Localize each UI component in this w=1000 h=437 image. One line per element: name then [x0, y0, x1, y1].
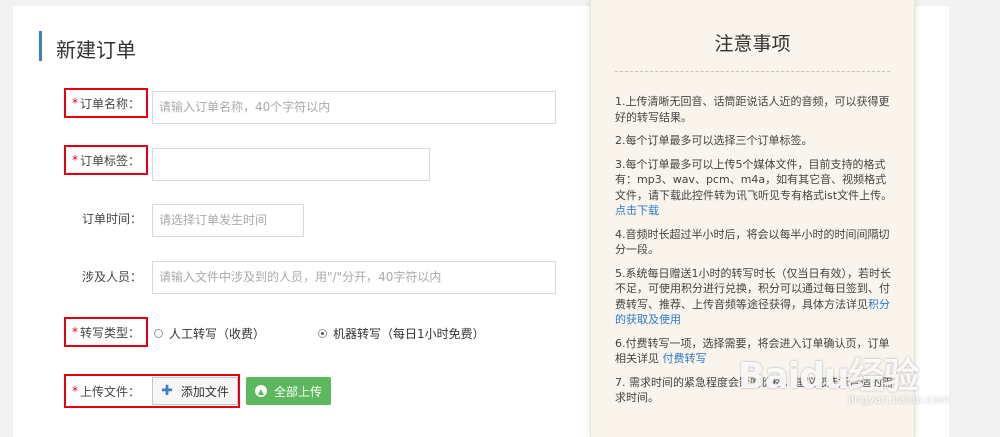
- required-mark: *: [71, 325, 78, 339]
- add-file-label: 添加文件: [180, 384, 229, 399]
- people-label: 涉及人员：: [81, 269, 142, 284]
- add-file-button[interactable]: ✚ 添加文件: [152, 377, 238, 405]
- upload-all-button[interactable]: ▲ 全部上传: [246, 377, 331, 405]
- note-item: 1.上传清晰无回音、话筒距说话人近的音频，可以获得更好的转写结果。: [615, 95, 890, 124]
- paid-transcribe-link[interactable]: 付费转写: [663, 352, 707, 365]
- order-time-label: 订单时间：: [81, 211, 142, 226]
- watermark-logo: Baidu经验: [738, 356, 919, 397]
- radio-manual[interactable]: 人工转写（收费）: [154, 325, 265, 342]
- title-accent-bar: [39, 31, 42, 61]
- order-tag-label: * 订单标签：: [64, 145, 148, 175]
- radio-machine-label: 机器转写（每日1小时免费）: [333, 327, 485, 341]
- required-mark: *: [71, 153, 78, 167]
- note-item: 5.系统每日赠送1小时的转写时长（仅当日有效），若时长不足，可使用积分进行兑换，…: [615, 266, 891, 327]
- radio-selected-icon[interactable]: [318, 329, 327, 338]
- required-mark: *: [71, 96, 78, 110]
- people-input[interactable]: 请输入文件中涉及到的人员，用"/"分开，40字符以内: [152, 261, 556, 294]
- transcribe-type-label: * 转写类型：: [64, 317, 148, 347]
- notes-divider: [615, 71, 890, 72]
- page-title: 新建订单: [56, 38, 136, 62]
- order-name-label: * 订单名称：: [64, 88, 148, 118]
- required-mark: *: [72, 384, 78, 398]
- upload-all-label: 全部上传: [273, 384, 322, 399]
- download-link[interactable]: 点击下载: [615, 204, 659, 217]
- upload-arrow-icon: ▲: [254, 385, 267, 397]
- note-item: 2.每个订单最多可以选择三个订单标签。: [615, 134, 813, 147]
- notes-title: 注意事项: [714, 33, 791, 55]
- watermark-url: jingyan.baidu.com: [848, 393, 950, 406]
- radio-machine[interactable]: 机器转写（每日1小时免费）: [318, 325, 485, 342]
- order-name-input[interactable]: 请输入订单名称，40个字符以内: [152, 91, 556, 124]
- order-tag-input[interactable]: [152, 148, 430, 181]
- order-time-input[interactable]: 请选择订单发生时间: [152, 204, 304, 237]
- radio-circle-icon[interactable]: [154, 329, 163, 338]
- note-item: 3.每个订单最多可以上传5个媒体文件，目前支持的格式有：mp3、wav、pcm、…: [615, 157, 893, 218]
- note-item: 4.音频时长超过半小时后，将会以每半小时的时间间隔切分一段。: [615, 227, 890, 257]
- radio-manual-label: 人工转写（收费）: [169, 327, 266, 341]
- plus-icon: ✚: [161, 383, 173, 399]
